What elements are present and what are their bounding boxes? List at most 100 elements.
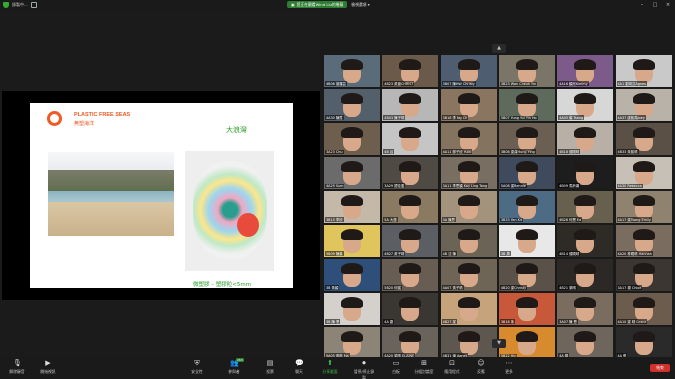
gallery-page-up-button[interactable]: ▲ xyxy=(492,44,506,53)
participant-tile[interactable]: 3B23 Wan Cheuk Yin xyxy=(498,55,555,87)
participant-tile[interactable]: 3B 周 xyxy=(498,225,555,257)
participant-tile[interactable]: 4A17 梁Tsang Emily xyxy=(615,191,672,223)
participant-tile[interactable]: 4B23 黃晉CHRIST xyxy=(382,55,439,87)
participant-tile[interactable]: 5A 大蓮 xyxy=(382,191,439,223)
participants-button[interactable]: 👥 參與者 263 xyxy=(222,358,246,375)
participant-tile[interactable]: 4B26 何恩 Ea xyxy=(557,191,614,223)
lifebuoy-logo-icon xyxy=(47,111,62,126)
participant-name: 3B 陳 恩 xyxy=(325,319,341,324)
participant-tile[interactable]: 3B 黃穎 xyxy=(324,259,380,291)
participant-tile[interactable]: 3A 陳思 xyxy=(440,191,497,223)
participant-tile[interactable]: 4B27 黃子晴 xyxy=(382,225,439,257)
participant-tile[interactable]: 4A20 林曉晴 Hannah xyxy=(615,225,672,257)
view-options-button[interactable]: 檢視選項 ▾ xyxy=(351,2,369,8)
title-bar: 錄製中... ▣ 您正在觀看Wind Liu的螢幕 檢視選項 ▾ – □ × xyxy=(0,0,675,12)
end-meeting-button[interactable]: 結束 xyxy=(650,364,670,372)
participant-tile[interactable]: 4A16 穎欣Kimmy xyxy=(557,55,614,87)
participant-tile[interactable]: 4A07 黃子晴 xyxy=(440,259,497,291)
participant-name: 4B21 樂晴 xyxy=(558,285,577,290)
participant-tile[interactable]: 5B20 何諾 xyxy=(382,259,439,291)
participant-name: 4A29 Sum xyxy=(325,184,345,188)
participant-tile[interactable]: 4A30 陳陞 xyxy=(324,89,380,121)
participant-tile[interactable]: 3B07 陳HW Christy xyxy=(440,55,497,87)
participant-name: 3B33 Yan Kit xyxy=(499,218,524,222)
participant-tile[interactable]: 5B07 Yung Yui Yin Ho xyxy=(498,89,555,121)
reactions-button[interactable]: ☺ 反應 xyxy=(469,359,493,375)
participant-tile[interactable]: 3A17 楊 Chloe xyxy=(615,259,672,291)
participant-tile[interactable]: 5A08 梁Bennie xyxy=(498,157,555,189)
participant-tile[interactable]: 4B27 梁 xyxy=(440,293,497,325)
grid-icon[interactable] xyxy=(30,2,37,8)
participant-tile[interactable]: 3A23 Chu xyxy=(324,123,380,155)
participant-tile[interactable]: 4B14 鍾曉晴 xyxy=(557,225,614,257)
zoom-window: 錄製中... ▣ 您正在觀看Wind Liu的螢幕 檢視選項 ▾ – □ × PL… xyxy=(0,0,675,379)
participant-tile[interactable]: 4B20 梁Christy xyxy=(498,259,555,291)
participant-tile[interactable]: 5B09 陳葉 xyxy=(324,225,380,257)
participant-name: 4A17 梁Tsang Emily xyxy=(616,217,652,222)
participant-tile[interactable]: 3A07 陳 恩 xyxy=(557,293,614,325)
participant-video xyxy=(515,297,538,308)
participant-tile[interactable]: 4B18 鍾曉晴 xyxy=(557,123,614,155)
participant-video xyxy=(632,127,655,138)
mic-off-icon: 🎙 xyxy=(13,359,22,367)
breakout-rooms-button[interactable]: ⊞ 分組討論室 xyxy=(412,359,436,375)
participant-tile[interactable]: 4A 劉 xyxy=(382,293,439,325)
participant-tile[interactable]: 4B 谷 xyxy=(382,123,439,155)
participant-tile[interactable]: 4B21 樂晴 xyxy=(557,259,614,291)
security-button[interactable]: ⛨ 安全性 xyxy=(185,359,209,375)
participant-name: 4A05 葉 Tsang xyxy=(558,115,585,120)
slide-location-heading: 大浪灣 xyxy=(226,126,247,134)
participant-tile[interactable]: 4B06 曾羅芸 xyxy=(324,55,380,87)
polls-button[interactable]: ▤ 投票 xyxy=(258,359,282,375)
participant-tile[interactable]: 3A11 李思穎 Kay Ling Tang xyxy=(440,157,497,189)
participant-name: 4B06 曾羅芸 xyxy=(325,81,348,86)
record-button[interactable]: ⏺ 暫停/停止錄製 xyxy=(352,359,376,379)
participant-video xyxy=(457,229,480,240)
participant-tile[interactable]: 4B33 朱凱晴 xyxy=(615,123,672,155)
share-screen-button[interactable]: ⬆ 分享畫面 xyxy=(318,359,342,375)
participant-video xyxy=(399,229,422,240)
participant-tile[interactable]: 5B22 Hin xyxy=(498,327,555,359)
participant-tile[interactable]: 3B 陳 恩 xyxy=(324,293,380,325)
participant-tile[interactable]: 4A30 Rebecca xyxy=(615,157,672,189)
participant-tile[interactable]: 3B08 梁貞Hung Ying xyxy=(498,123,555,155)
unmute-button[interactable]: 🎙 解除靜音 xyxy=(5,359,29,375)
whiteboard-button[interactable]: ▭ 白板 xyxy=(384,359,408,375)
participant-tile[interactable]: 4B31 潘 Agnes xyxy=(440,327,497,359)
participant-name: 4A1 劉靖汶Agnes xyxy=(616,81,647,86)
participant-tile[interactable]: 4B03 陳子晴 xyxy=(382,89,439,121)
participant-tile[interactable]: 3B18 李 Ng Ch xyxy=(440,89,497,121)
participant-tile[interactable]: 3B18 朱 xyxy=(498,293,555,325)
chat-button[interactable]: 💬 聊天 xyxy=(287,359,311,375)
participant-tile[interactable]: 4A20 梁晴 ELAINE xyxy=(382,327,439,359)
start-video-button[interactable]: ▶ 開始視訊 xyxy=(36,359,60,375)
participant-tile[interactable]: 4A05 葉 Tsang xyxy=(557,89,614,121)
shield-icon[interactable] xyxy=(3,2,9,8)
participant-video xyxy=(632,297,655,308)
viewing-screen-banner[interactable]: ▣ 您正在觀看Wind Liu的螢幕 xyxy=(287,1,348,8)
participant-tile[interactable]: 4A11 鄭子欣 Yuiki xyxy=(440,123,497,155)
close-icon[interactable]: × xyxy=(665,2,671,8)
participant-name: 4B03 陳子晴 xyxy=(383,115,406,120)
maximize-icon[interactable]: □ xyxy=(652,2,658,8)
more-button[interactable]: ⋯ 更多 xyxy=(497,359,521,375)
participant-tile[interactable]: 4A 楊 xyxy=(557,327,614,359)
participant-tile[interactable]: 4A10 梁 晴 Grace xyxy=(615,293,672,325)
participant-tile[interactable]: 4A 蔡 xyxy=(615,327,672,359)
minimize-icon[interactable]: – xyxy=(639,2,645,8)
share-arrow-icon: ⬆ xyxy=(327,359,333,367)
apps-button[interactable]: ⊡ 應用程式 xyxy=(440,359,464,375)
participant-name: 3B08 梁貞Hung Ying xyxy=(499,149,536,154)
participant-tile[interactable]: 4B09 馬鈴薯 xyxy=(557,157,614,189)
participant-tile[interactable]: 4A1 劉靖汶Agnes xyxy=(615,55,672,87)
participant-tile[interactable]: 3A29 譚佳盈 xyxy=(382,157,439,189)
participant-video xyxy=(632,93,655,104)
participant-tile[interactable]: 4B 沈 陳 xyxy=(440,225,497,257)
participant-tile[interactable]: 3B33 Yan Kit xyxy=(498,191,555,223)
participant-tile[interactable]: 4A37 盧凱喬Joey xyxy=(615,89,672,121)
participant-tile[interactable]: 4A29 Sum xyxy=(324,157,380,189)
participant-tile[interactable]: 3B15 李欣 xyxy=(324,191,380,223)
participant-name: 5B07 Yung Yui Yin Ho xyxy=(499,116,538,120)
participant-tile[interactable]: 5A05 黃凱 Ma xyxy=(324,327,380,359)
gallery-page-down-button[interactable]: ▼ xyxy=(492,339,506,348)
